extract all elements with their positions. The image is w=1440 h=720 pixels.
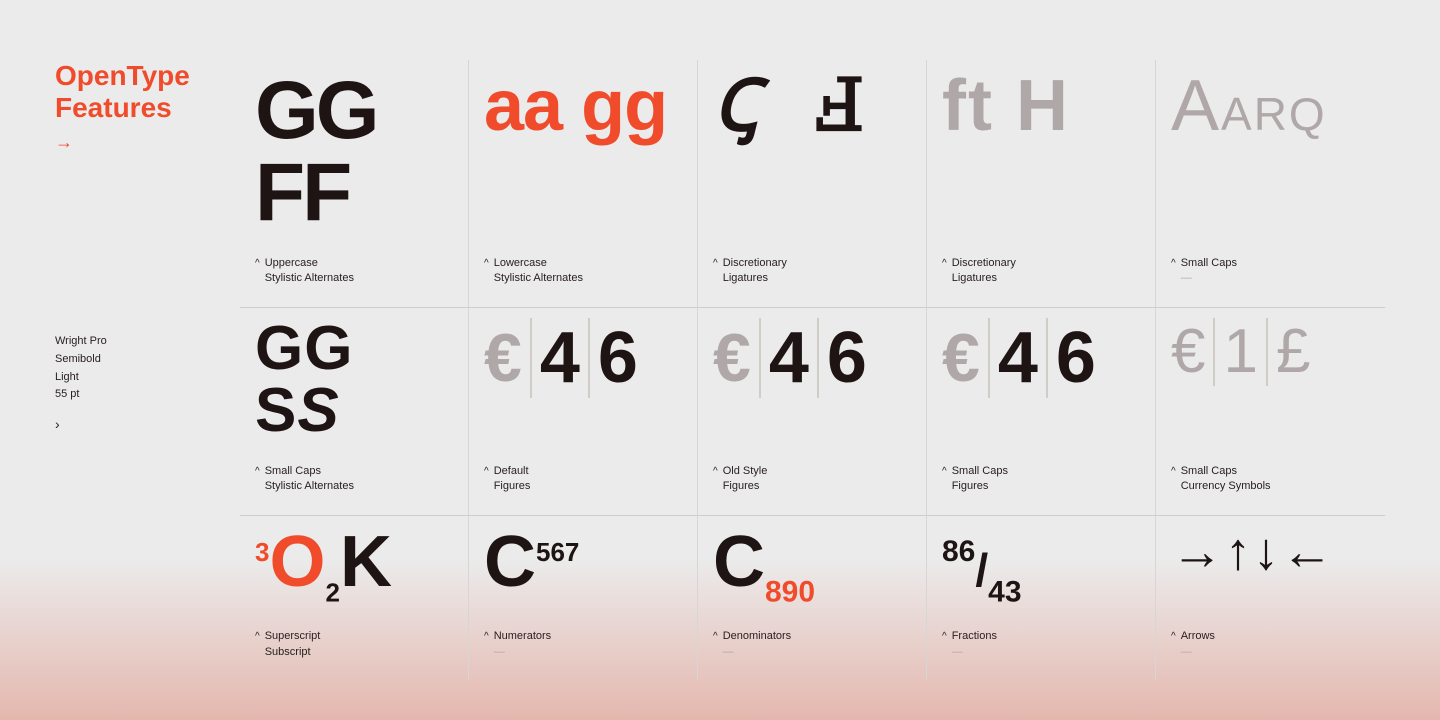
feature-label-default-figs: DefaultFigures — [494, 464, 531, 495]
feature-denominators: C890 ^ Denominators— — [698, 516, 927, 680]
feature-display-arrows: →↑↓← — [1171, 526, 1370, 578]
feature-display-gg-ff: GG FF — [255, 70, 453, 234]
feature-display-aa-gg: aa gg — [484, 70, 682, 142]
feature-display-ft-h: ft H — [942, 70, 1140, 142]
feature-display-ct-ft: Ꞔ Ⅎ — [713, 70, 911, 142]
caret: ^ — [1171, 258, 1176, 269]
caret: ^ — [1171, 466, 1176, 477]
feature-label: UppercaseStylistic Alternates — [265, 256, 354, 287]
caret: ^ — [255, 631, 260, 642]
feature-display-aarq: AARQ — [1171, 70, 1370, 142]
caret: ^ — [713, 258, 718, 269]
feature-disc-lig-1: Ꞔ Ⅎ Ct Ft ^ DiscretionaryLigatures — [698, 60, 927, 308]
feature-display-sc-figs: € 4 6 — [942, 318, 1140, 398]
feature-display-osf: € 4 6 — [713, 318, 911, 398]
sidebar-arrow[interactable]: → — [55, 132, 240, 153]
caret: ^ — [942, 258, 947, 269]
feature-uppercase-stylistic: GG FF ^ UppercaseStylistic Alternates — [240, 60, 469, 308]
sidebar-chevron[interactable]: › — [55, 416, 240, 432]
caret: ^ — [942, 631, 947, 642]
feature-label-numerators: Numerators— — [494, 629, 551, 660]
font-name: Wright Pro — [55, 333, 240, 351]
feature-display-sc-currency: € 1 £ — [1171, 318, 1370, 386]
feature-display-default-figs: € 4 6 — [484, 318, 682, 398]
feature-sc-figures: € 4 6 ^ Small CapsFigures — [927, 308, 1156, 516]
feature-display-numerators: C567 — [484, 526, 682, 598]
feature-label-sc-currency: Small CapsCurrency Symbols — [1181, 464, 1271, 495]
font-style: Light — [55, 369, 240, 387]
caret: ^ — [484, 466, 489, 477]
caret: ^ — [484, 258, 489, 269]
feature-sc-currency: € 1 £ ^ Small CapsCurrency Symbols — [1156, 308, 1385, 516]
feature-display-super-sub: 3O2K — [255, 526, 453, 605]
caret: ^ — [255, 258, 260, 269]
feature-display-fractions: 86/43 — [942, 526, 1140, 607]
feature-label-denominators: Denominators— — [723, 629, 791, 660]
feature-display-denominators: C890 — [713, 526, 911, 607]
font-weight: Semibold — [55, 351, 240, 369]
caret: ^ — [484, 631, 489, 642]
feature-label-sc-figs: Small CapsFigures — [952, 464, 1008, 495]
caret: ^ — [1171, 631, 1176, 642]
caret: ^ — [942, 466, 947, 477]
feature-label-sc-stylistic: Small CapsStylistic Alternates — [265, 464, 354, 495]
feature-small-caps: AARQ ^ Small Caps— — [1156, 60, 1385, 308]
feature-lowercase-stylistic: aa gg ^ LowercaseStylistic Alternates — [469, 60, 698, 308]
sidebar-title: OpenTypeFeatures — [55, 60, 240, 124]
caret: ^ — [255, 466, 260, 477]
feature-disc-lig-2: ft H ^ DiscretionaryLigatures — [927, 60, 1156, 308]
feature-label-disc-lig-1: DiscretionaryLigatures — [723, 256, 787, 287]
feature-arrows: →↑↓← ^ Arrows— — [1156, 516, 1385, 680]
feature-display-gg-ss: GG SS — [255, 318, 453, 442]
feature-label-small-caps: Small Caps— — [1181, 256, 1237, 287]
font-size: 55 pt — [55, 386, 240, 404]
feature-super-sub: 3O2K ^ SuperscriptSubscript — [240, 516, 469, 680]
sidebar: OpenTypeFeatures → Wright Pro Semibold L… — [55, 60, 240, 680]
caret: ^ — [713, 631, 718, 642]
caret: ^ — [713, 466, 718, 477]
feature-label-disc-lig-2: DiscretionaryLigatures — [952, 256, 1016, 287]
feature-default-figures: € 4 6 ^ DefaultFigures — [469, 308, 698, 516]
feature-label-osf: Old StyleFigures — [723, 464, 768, 495]
feature-fractions: 86/43 ^ Fractions— — [927, 516, 1156, 680]
font-info: Wright Pro Semibold Light 55 pt — [55, 333, 240, 403]
feature-label: LowercaseStylistic Alternates — [494, 256, 583, 287]
feature-label-fractions: Fractions— — [952, 629, 997, 660]
feature-old-style-figures: € 4 6 ^ Old StyleFigures — [698, 308, 927, 516]
features-grid: GG FF ^ UppercaseStylistic Alternates aa… — [240, 60, 1385, 680]
main-container: OpenTypeFeatures → Wright Pro Semibold L… — [0, 0, 1440, 720]
feature-sc-stylistic: GG SS ^ Small CapsStylistic Alternates — [240, 308, 469, 516]
feature-label-super-sub: SuperscriptSubscript — [265, 629, 321, 660]
feature-label-arrows: Arrows— — [1181, 629, 1215, 660]
feature-numerators: C567 ^ Numerators— — [469, 516, 698, 680]
